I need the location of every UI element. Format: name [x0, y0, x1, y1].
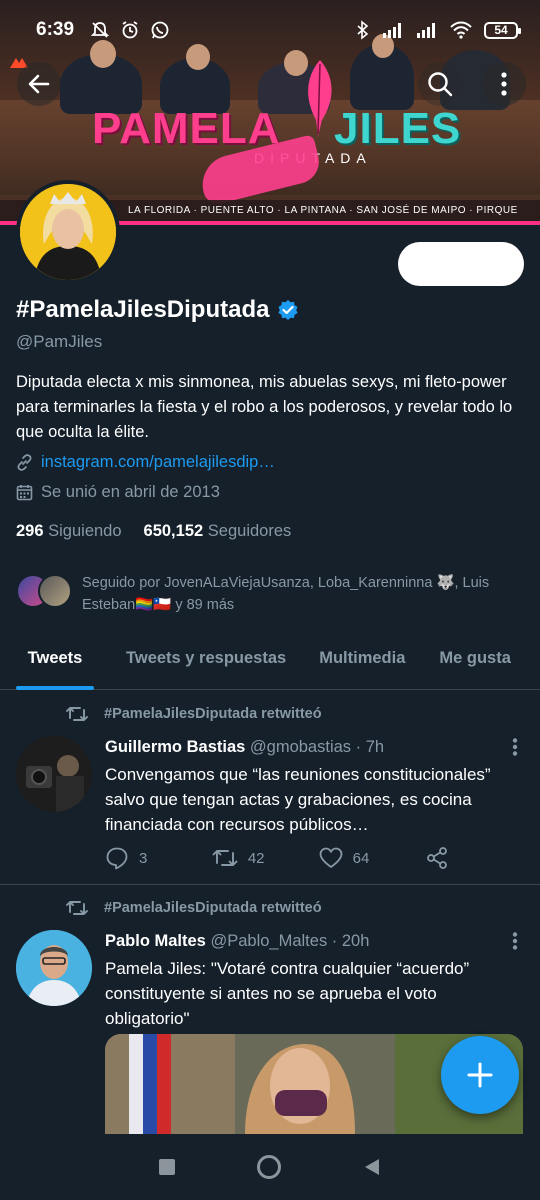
followed-by-row[interactable]: Seguido por JovenALaViejaUsanza, Loba_Ka… [16, 572, 526, 616]
reply-count: 3 [139, 849, 148, 867]
profile-link-row[interactable]: instagram.com/pamelajilesdip… [16, 453, 275, 472]
tab-tweets-and-replies[interactable]: Tweets y respuestas [126, 636, 286, 690]
tweet-actions: 3 42 64 [105, 846, 465, 870]
back-icon[interactable] [362, 1157, 382, 1177]
follow-counts: 296 Siguiendo 650,152 Seguidores [16, 522, 291, 541]
status-bar: 6:39 54 [0, 0, 540, 60]
system-navigation-bar [0, 1134, 540, 1200]
battery-indicator: 54 [484, 21, 521, 39]
retweet-context[interactable]: #PamelaJilesDiputada retwitteó [66, 898, 322, 918]
profile-avatar[interactable] [16, 180, 120, 284]
retweet-button[interactable]: 42 [212, 847, 319, 869]
status-time: 6:39 [36, 19, 75, 40]
plus-icon [467, 1062, 493, 1088]
reply-icon [106, 847, 128, 870]
search-icon [428, 72, 453, 97]
more-options-button[interactable] [482, 62, 526, 106]
recent-apps-icon[interactable] [158, 1158, 176, 1176]
more-vertical-icon[interactable] [512, 932, 518, 950]
profile-display-name: #PamelaJilesDiputada [16, 296, 270, 323]
tab-tweets[interactable]: Tweets [16, 636, 94, 690]
tweet-author-handle: @gmobastias [249, 738, 352, 756]
tweet-author-avatar[interactable] [16, 736, 92, 812]
tweet-time: · 20h [331, 932, 370, 950]
profile-bio: Diputada electa x mis sinmonea, mis abue… [16, 373, 513, 441]
share-button[interactable] [425, 846, 465, 870]
tweet-divider [0, 884, 540, 885]
followed-by-avatars [16, 572, 72, 616]
tab-label: Multimedia [319, 649, 406, 667]
retweet-count: 42 [247, 849, 265, 867]
tweet-header: Pablo Maltes @Pablo_Maltes · 20h [105, 932, 369, 951]
tweet-author-handle: @Pablo_Maltes [210, 932, 328, 950]
compose-tweet-button[interactable] [441, 1036, 519, 1114]
retweet-icon [66, 707, 88, 721]
followers-count: 650,152 [143, 522, 204, 540]
wifi-icon [450, 21, 472, 39]
signal-icon [383, 23, 401, 38]
retweet-icon [212, 850, 238, 866]
profile-website-link[interactable]: instagram.com/pamelajilesdip… [41, 453, 275, 472]
tweet-author-name[interactable]: Pablo Maltes [105, 932, 206, 950]
avatar-photo [16, 736, 92, 812]
search-button[interactable] [418, 62, 462, 106]
follow-button[interactable] [398, 242, 524, 286]
bluetooth-icon [357, 20, 369, 40]
alarm-icon [122, 21, 138, 39]
tweet-header: Guillermo Bastias @gmobastias · 7h [105, 738, 384, 757]
profile-handle: @PamJiles [16, 332, 103, 351]
banner-logo-first: PAMELA [92, 104, 281, 153]
signal-icon [417, 23, 435, 38]
link-icon [17, 454, 32, 471]
verified-badge-icon [278, 300, 299, 320]
banner-districts: LA FLORIDA · PUENTE ALTO · LA PINTANA · … [128, 205, 518, 216]
profile-name-row: #PamelaJilesDiputada [16, 296, 299, 324]
avatar-photo [16, 930, 92, 1006]
back-button[interactable] [17, 62, 61, 106]
like-button[interactable]: 64 [319, 847, 426, 869]
retweet-context[interactable]: #PamelaJilesDiputada retwitteó [66, 704, 322, 724]
mute-notifications-icon [90, 22, 110, 38]
follower-avatar [38, 574, 72, 608]
tweet-author-name[interactable]: Guillermo Bastias [105, 738, 245, 756]
more-vertical-icon[interactable] [512, 738, 518, 756]
tab-label: Tweets y respuestas [126, 649, 287, 667]
more-vertical-icon [501, 72, 507, 96]
tab-label: Tweets [27, 649, 83, 667]
share-icon [427, 847, 448, 869]
retweet-icon [66, 901, 88, 915]
tab-likes[interactable]: Me gusta [439, 636, 511, 690]
tab-media[interactable]: Multimedia [319, 636, 405, 690]
like-count: 64 [352, 849, 370, 867]
reply-button[interactable]: 3 [105, 846, 212, 870]
followed-by-text: Seguido por JovenALaViejaUsanza, Loba_Ka… [82, 575, 490, 613]
heart-icon [319, 847, 343, 868]
whatsapp-icon [151, 21, 169, 39]
tweet-author-avatar[interactable] [16, 930, 92, 1006]
back-arrow-icon [28, 74, 50, 94]
tab-label: Me gusta [439, 649, 511, 667]
retweet-label: #PamelaJilesDiputada retwitteó [104, 900, 322, 916]
tweet-text: Pamela Jiles: "Votaré contra cualquier “… [105, 959, 470, 1028]
following-label: Siguiendo [48, 522, 122, 540]
tweet-time: · 7h [355, 738, 385, 756]
profile-joined-date: Se unió en abril de 2013 [41, 483, 220, 501]
following-link[interactable]: 296 Siguiendo [16, 522, 122, 541]
followers-label: Seguidores [207, 522, 292, 540]
tweet-text: Convengamos que “las reuniones constituc… [105, 765, 491, 834]
followers-link[interactable]: 650,152 Seguidores [144, 522, 292, 541]
home-icon[interactable] [256, 1154, 282, 1180]
banner-logo-second: JILES [334, 104, 462, 153]
profile-joined-row: Se unió en abril de 2013 [16, 483, 220, 502]
retweet-label: #PamelaJilesDiputada retwitteó [104, 706, 322, 722]
profile-tabs: Tweets Tweets y respuestas Multimedia Me… [0, 636, 540, 690]
calendar-icon [16, 485, 33, 501]
following-count: 296 [16, 522, 44, 540]
avatar-portrait [20, 184, 116, 280]
